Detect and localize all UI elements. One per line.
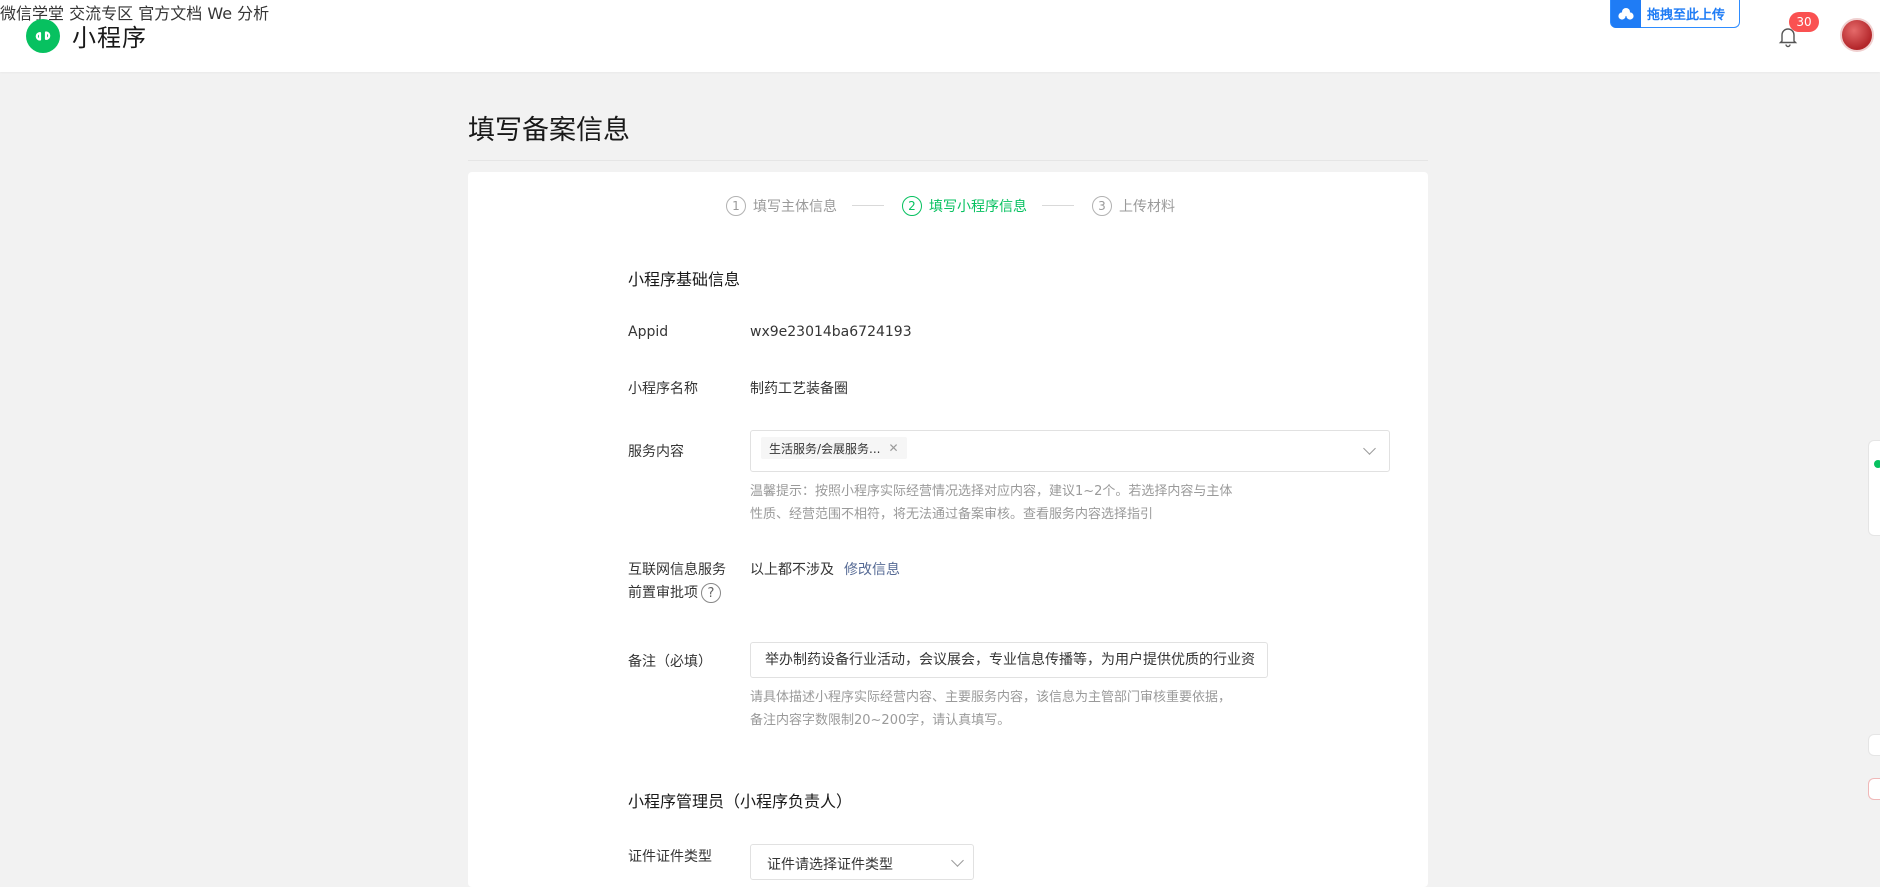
step-2-number: 2 <box>902 196 922 216</box>
step-connector <box>1042 205 1074 206</box>
page-title: 填写备案信息 <box>468 115 630 146</box>
internet-service-label: 互联网信息服务 前置审批项? <box>628 559 726 605</box>
nav-we-analytics[interactable]: We 分析 <box>207 4 269 23</box>
chevron-down-icon <box>951 854 964 867</box>
step-1-number: 1 <box>726 196 746 216</box>
help-icon[interactable]: ? <box>701 583 721 603</box>
step-3-label: 上传材料 <box>1119 199 1175 215</box>
app-name: 小程序 <box>72 24 147 52</box>
internet-service-value: 以上都不涉及 <box>750 562 834 578</box>
user-avatar[interactable] <box>1840 18 1874 52</box>
step-2: 2 填写小程序信息 <box>902 196 1027 216</box>
side-tool-button[interactable] <box>1868 734 1880 756</box>
service-tag-text: 生活服务/会展服务... <box>769 441 881 456</box>
status-dot <box>1874 460 1880 468</box>
internet-service-label-line-1: 互联网信息服务 <box>628 562 726 578</box>
step-3-number: 3 <box>1092 196 1112 216</box>
appid-label: Appid <box>628 324 669 340</box>
step-3: 3 上传材料 <box>1092 196 1175 216</box>
service-hint-line-1: 温馨提示：按照小程序实际经营情况选择对应内容，建议1~2个。若选择内容与主体 <box>750 484 1233 499</box>
app-logo[interactable]: 小程序 <box>26 18 147 53</box>
step-1-label: 填写主体信息 <box>753 199 837 215</box>
drag-upload-widget[interactable]: 拖拽至此上传 <box>1610 0 1740 28</box>
remark-label: 备注（必填） <box>628 654 712 670</box>
step-1: 1 填写主体信息 <box>726 196 837 216</box>
form-card <box>468 172 1428 887</box>
basic-info-section-title: 小程序基础信息 <box>628 270 741 289</box>
service-content-label: 服务内容 <box>628 444 684 460</box>
service-hint: 温馨提示：按照小程序实际经营情况选择对应内容，建议1~2个。若选择内容与主体 性… <box>750 480 1232 526</box>
id-type-value: 证件请选择证件类型 <box>767 857 893 873</box>
remark-hint-line-1: 请具体描述小程序实际经营内容、主要服务内容，该信息为主管部门审核重要依据， <box>750 690 1232 705</box>
program-name-label: 小程序名称 <box>628 381 698 397</box>
service-hint-line-2: 性质、经营范围不相符，将无法通过备案审核。查看服务内容选择指引 <box>750 507 1154 522</box>
internet-service-label-line-2: 前置审批项 <box>628 585 698 601</box>
nav-official-docs[interactable]: 官方文档 <box>138 4 202 23</box>
top-bar: 小程序 微信学堂 交流专区 官方文档 We 分析 拖拽至此上传 30 <box>0 0 1880 72</box>
service-content-select[interactable]: 生活服务/会展服务... ✕ <box>750 430 1390 472</box>
step-2-label: 填写小程序信息 <box>929 199 1027 215</box>
notification-count-badge: 30 <box>1789 12 1819 32</box>
cloud-upload-icon <box>1611 0 1641 28</box>
remark-input[interactable]: 举办制药设备行业活动，会议展会，专业信息传播等，为用户提供优质的行业资 <box>750 642 1268 678</box>
appid-value: wx9e23014ba6724193 <box>750 324 912 340</box>
service-tag: 生活服务/会展服务... ✕ <box>761 437 907 459</box>
remark-hint: 请具体描述小程序实际经营内容、主要服务内容，该信息为主管部门审核重要依据， 备注… <box>750 686 1231 732</box>
id-type-label: 证件证件类型 <box>628 849 712 865</box>
chevron-down-icon <box>1363 442 1376 455</box>
title-divider <box>468 160 1428 161</box>
step-connector <box>852 205 884 206</box>
side-tool-button[interactable] <box>1868 778 1880 800</box>
side-floating-panel[interactable] <box>1868 440 1880 536</box>
program-name-value: 制药工艺装备圈 <box>750 381 848 397</box>
upload-widget-label: 拖拽至此上传 <box>1647 8 1726 23</box>
id-type-select[interactable]: 证件请选择证件类型 <box>750 844 974 880</box>
edit-info-link[interactable]: 修改信息 <box>844 559 900 579</box>
close-icon[interactable]: ✕ <box>889 441 899 455</box>
admin-section-title: 小程序管理员（小程序负责人） <box>628 792 853 811</box>
mini-program-logo-icon <box>26 18 60 53</box>
remark-hint-line-2: 备注内容字数限制20~200字，请认真填写。 <box>750 713 1011 728</box>
